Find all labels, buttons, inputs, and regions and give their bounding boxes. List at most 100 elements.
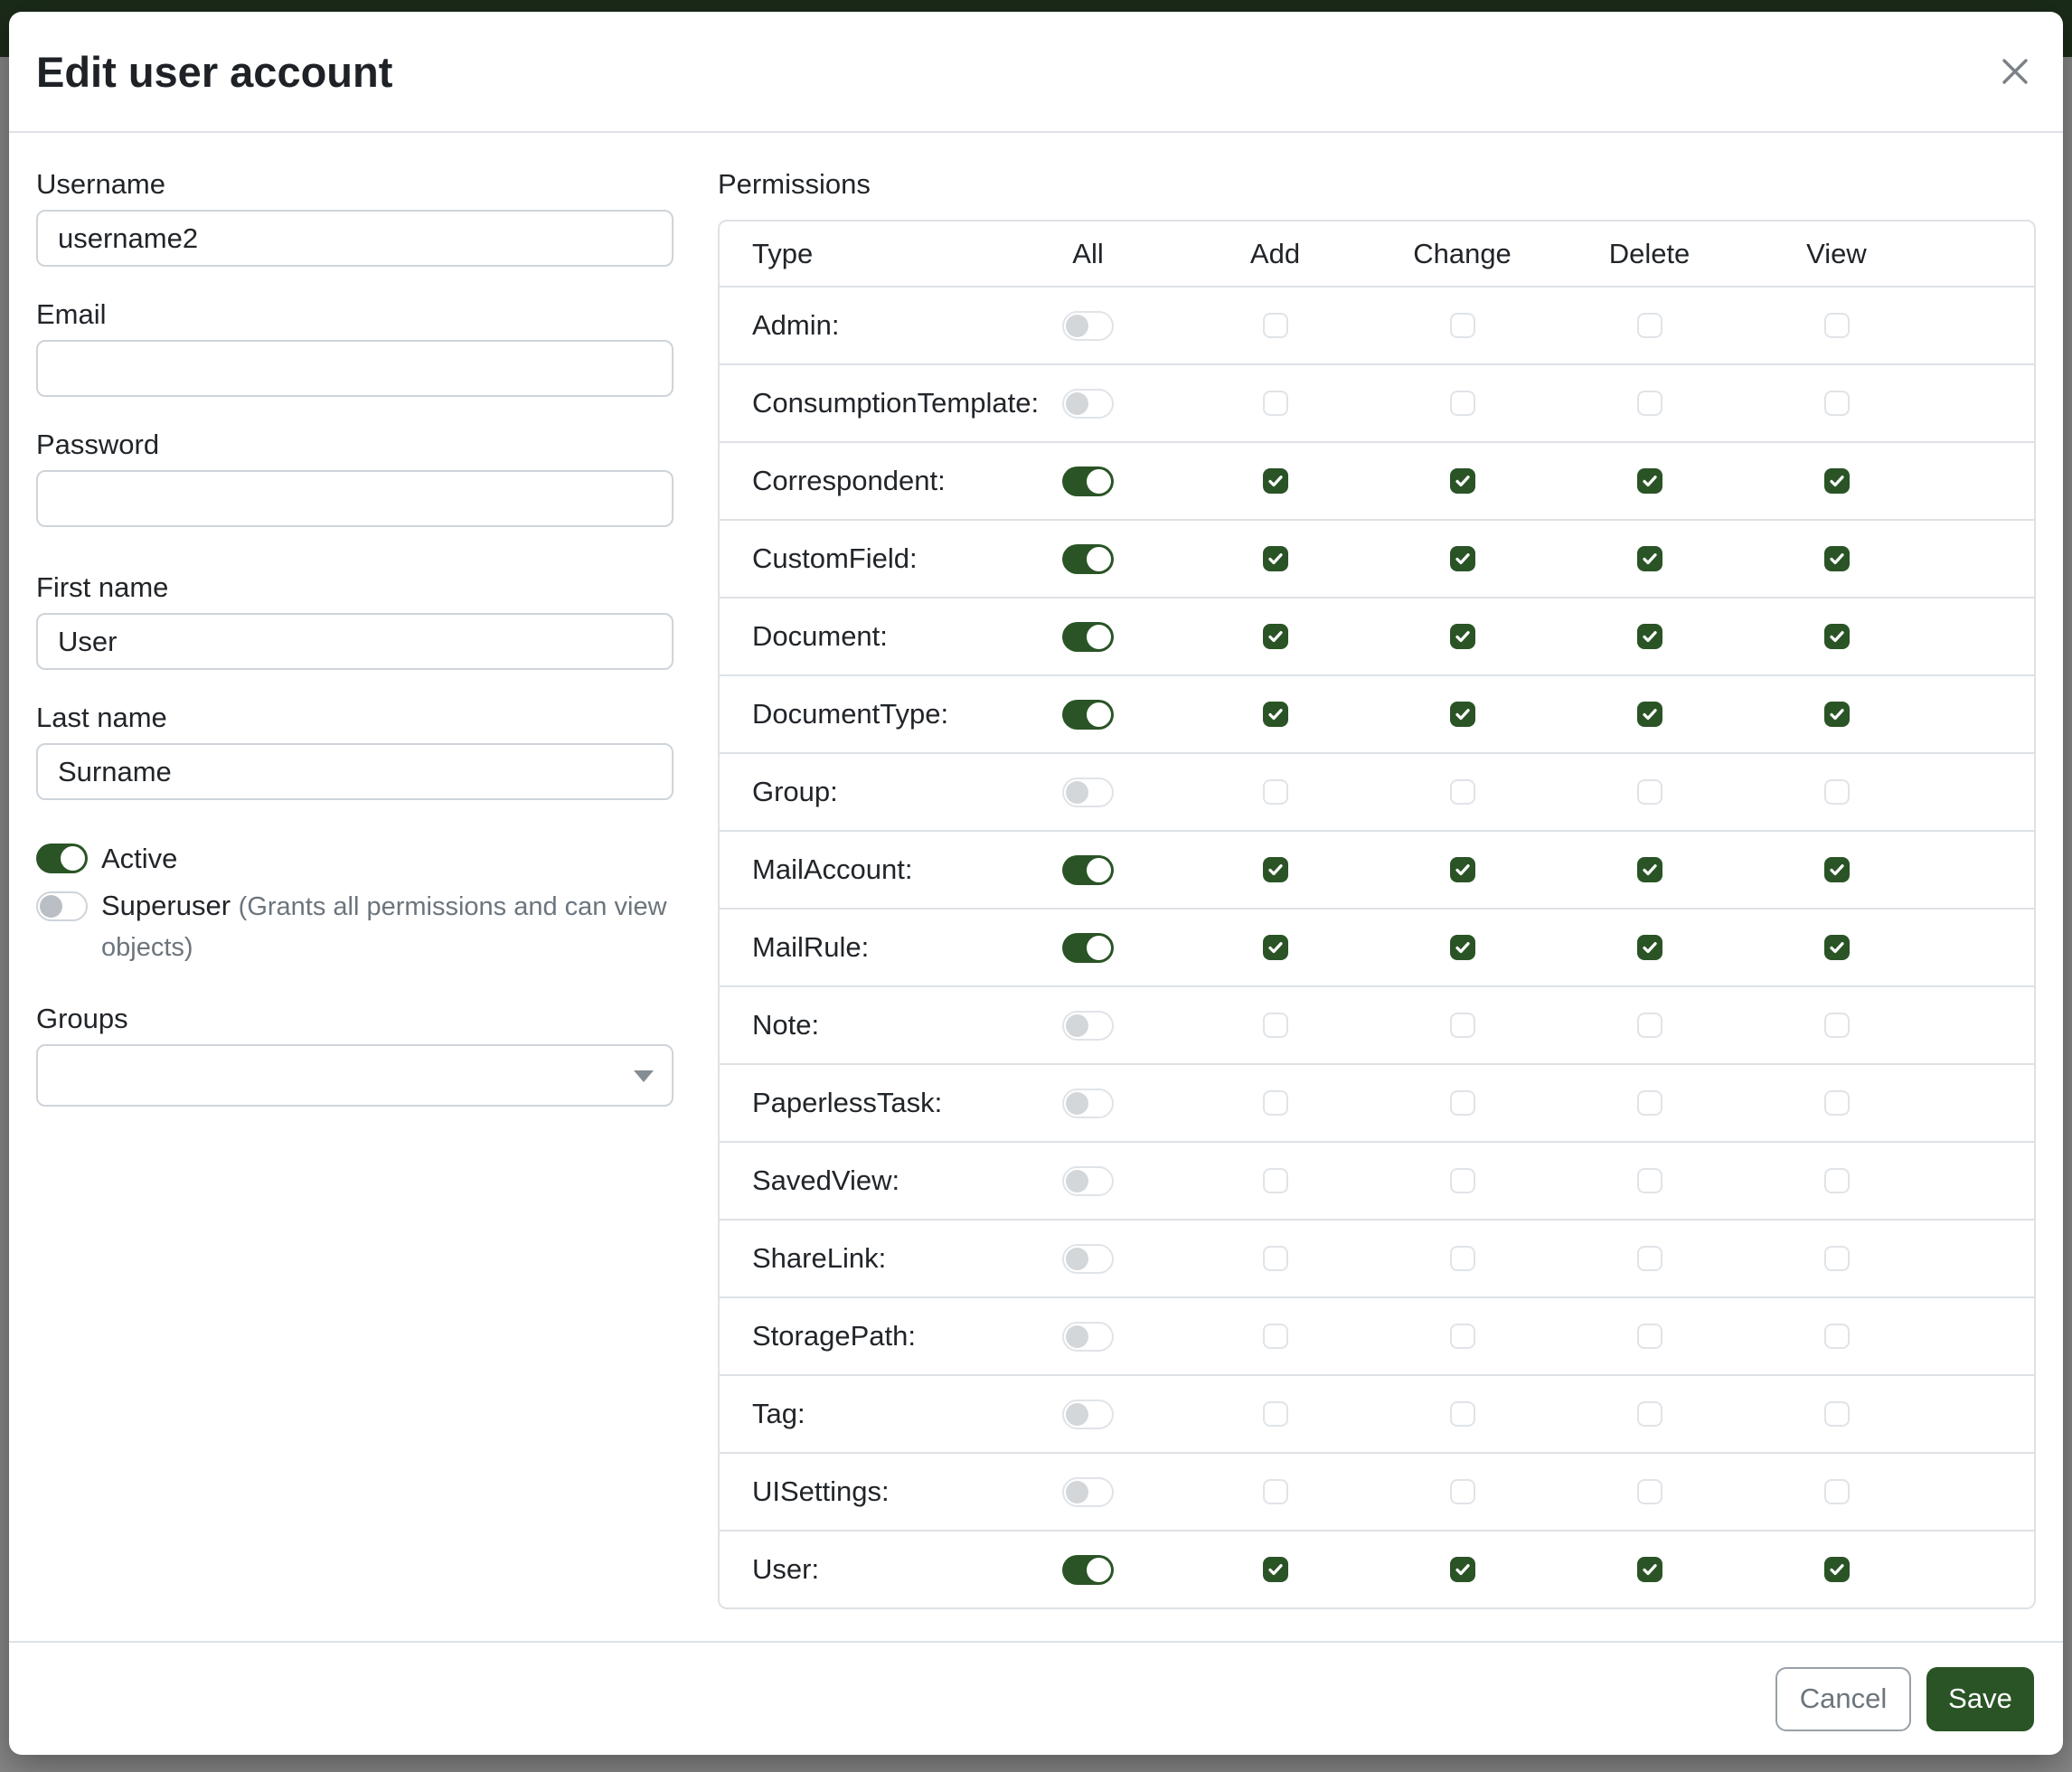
permission-add-checkbox[interactable] (1263, 1013, 1288, 1038)
permission-add-checkbox[interactable] (1263, 1479, 1288, 1504)
permission-all-toggle[interactable] (1062, 778, 1114, 807)
groups-select[interactable] (36, 1044, 673, 1107)
permission-change-checkbox[interactable] (1450, 1168, 1475, 1193)
permission-view-checkbox[interactable] (1824, 1168, 1850, 1193)
permission-all-toggle[interactable] (1062, 1555, 1114, 1585)
permission-delete-checkbox[interactable] (1637, 624, 1662, 649)
permission-change-checkbox[interactable] (1450, 1401, 1475, 1427)
permission-delete-checkbox[interactable] (1637, 546, 1662, 571)
permission-add-checkbox[interactable] (1263, 546, 1288, 571)
last-name-input[interactable] (36, 743, 673, 800)
permission-delete-checkbox[interactable] (1637, 468, 1662, 494)
permission-add-checkbox[interactable] (1263, 1557, 1288, 1582)
superuser-toggle[interactable] (36, 891, 88, 921)
permission-delete-checkbox[interactable] (1637, 779, 1662, 805)
permission-change-checkbox[interactable] (1450, 1090, 1475, 1116)
permission-add-checkbox[interactable] (1263, 1401, 1288, 1427)
permission-delete-checkbox[interactable] (1637, 935, 1662, 960)
permission-view-checkbox[interactable] (1824, 468, 1850, 494)
close-button[interactable] (1994, 51, 2036, 92)
permission-delete-checkbox[interactable] (1637, 1168, 1662, 1193)
permission-change-checkbox[interactable] (1450, 313, 1475, 338)
permission-all-toggle[interactable] (1062, 700, 1114, 730)
toggle-knob (1066, 1325, 1088, 1348)
permission-change-checkbox[interactable] (1450, 779, 1475, 805)
permission-delete-checkbox[interactable] (1637, 857, 1662, 882)
permission-view-checkbox[interactable] (1824, 1324, 1850, 1349)
permission-add-checkbox[interactable] (1263, 1324, 1288, 1349)
save-button[interactable]: Save (1926, 1667, 2034, 1731)
first-name-input[interactable] (36, 613, 673, 670)
permission-view-checkbox[interactable] (1824, 1246, 1850, 1271)
permission-delete-checkbox[interactable] (1637, 1557, 1662, 1582)
permission-delete-checkbox[interactable] (1637, 391, 1662, 416)
permission-view-checkbox[interactable] (1824, 1013, 1850, 1038)
permission-delete-checkbox[interactable] (1637, 1013, 1662, 1038)
permission-change-checkbox[interactable] (1450, 624, 1475, 649)
permission-view-checkbox[interactable] (1824, 313, 1850, 338)
permission-all-toggle[interactable] (1062, 1011, 1114, 1041)
permission-row: MailAccount: (720, 830, 2034, 908)
permission-view-checkbox[interactable] (1824, 1090, 1850, 1116)
permission-view-checkbox[interactable] (1824, 935, 1850, 960)
permission-add-checkbox[interactable] (1263, 935, 1288, 960)
permission-all-toggle[interactable] (1062, 933, 1114, 963)
permission-add-checkbox[interactable] (1263, 624, 1288, 649)
permission-all-toggle[interactable] (1062, 1477, 1114, 1507)
permission-view-checkbox[interactable] (1824, 702, 1850, 727)
permission-change-checkbox[interactable] (1450, 1479, 1475, 1504)
permission-view-checkbox[interactable] (1824, 391, 1850, 416)
permission-delete-checkbox[interactable] (1637, 1246, 1662, 1271)
permission-delete-checkbox[interactable] (1637, 313, 1662, 338)
permission-delete-checkbox[interactable] (1637, 1324, 1662, 1349)
permission-all-toggle[interactable] (1062, 1400, 1114, 1429)
permission-add-checkbox[interactable] (1263, 1090, 1288, 1116)
permission-delete-checkbox[interactable] (1637, 1479, 1662, 1504)
permission-add-checkbox[interactable] (1263, 313, 1288, 338)
permission-view-checkbox[interactable] (1824, 779, 1850, 805)
permission-add-checkbox[interactable] (1263, 779, 1288, 805)
permission-add-checkbox[interactable] (1263, 1246, 1288, 1271)
permission-all-toggle[interactable] (1062, 311, 1114, 341)
permission-all-toggle[interactable] (1062, 1322, 1114, 1352)
permission-all-toggle[interactable] (1062, 544, 1114, 574)
permission-change-checkbox[interactable] (1450, 935, 1475, 960)
permission-add-checkbox[interactable] (1263, 1168, 1288, 1193)
permission-view-checkbox[interactable] (1824, 624, 1850, 649)
email-input[interactable] (36, 340, 673, 397)
permission-add-checkbox[interactable] (1263, 468, 1288, 494)
permission-change-checkbox[interactable] (1450, 546, 1475, 571)
toggle-knob (1066, 392, 1088, 415)
permission-all-toggle[interactable] (1062, 389, 1114, 419)
permission-view-checkbox[interactable] (1824, 857, 1850, 882)
active-toggle[interactable] (36, 844, 88, 873)
permission-all-toggle[interactable] (1062, 855, 1114, 885)
permission-view-checkbox[interactable] (1824, 1479, 1850, 1504)
permission-delete-checkbox[interactable] (1637, 1401, 1662, 1427)
permission-add-checkbox[interactable] (1263, 391, 1288, 416)
permission-change-checkbox[interactable] (1450, 1013, 1475, 1038)
password-input[interactable] (36, 470, 673, 527)
permission-all-toggle[interactable] (1062, 467, 1114, 496)
permission-change-checkbox[interactable] (1450, 1246, 1475, 1271)
permission-all-toggle[interactable] (1062, 1089, 1114, 1118)
column-header-view: View (1806, 238, 1867, 270)
permission-all-toggle[interactable] (1062, 1244, 1114, 1274)
permission-change-checkbox[interactable] (1450, 391, 1475, 416)
permission-view-checkbox[interactable] (1824, 1557, 1850, 1582)
permission-change-checkbox[interactable] (1450, 702, 1475, 727)
username-input[interactable] (36, 210, 673, 267)
permission-all-toggle[interactable] (1062, 622, 1114, 652)
permission-view-checkbox[interactable] (1824, 1401, 1850, 1427)
permission-add-checkbox[interactable] (1263, 857, 1288, 882)
permission-change-checkbox[interactable] (1450, 1324, 1475, 1349)
permission-change-checkbox[interactable] (1450, 1557, 1475, 1582)
permission-add-checkbox[interactable] (1263, 702, 1288, 727)
cancel-button[interactable]: Cancel (1775, 1667, 1911, 1731)
permission-delete-checkbox[interactable] (1637, 702, 1662, 727)
permission-change-checkbox[interactable] (1450, 468, 1475, 494)
permission-change-checkbox[interactable] (1450, 857, 1475, 882)
permission-all-toggle[interactable] (1062, 1166, 1114, 1196)
permission-delete-checkbox[interactable] (1637, 1090, 1662, 1116)
permission-view-checkbox[interactable] (1824, 546, 1850, 571)
